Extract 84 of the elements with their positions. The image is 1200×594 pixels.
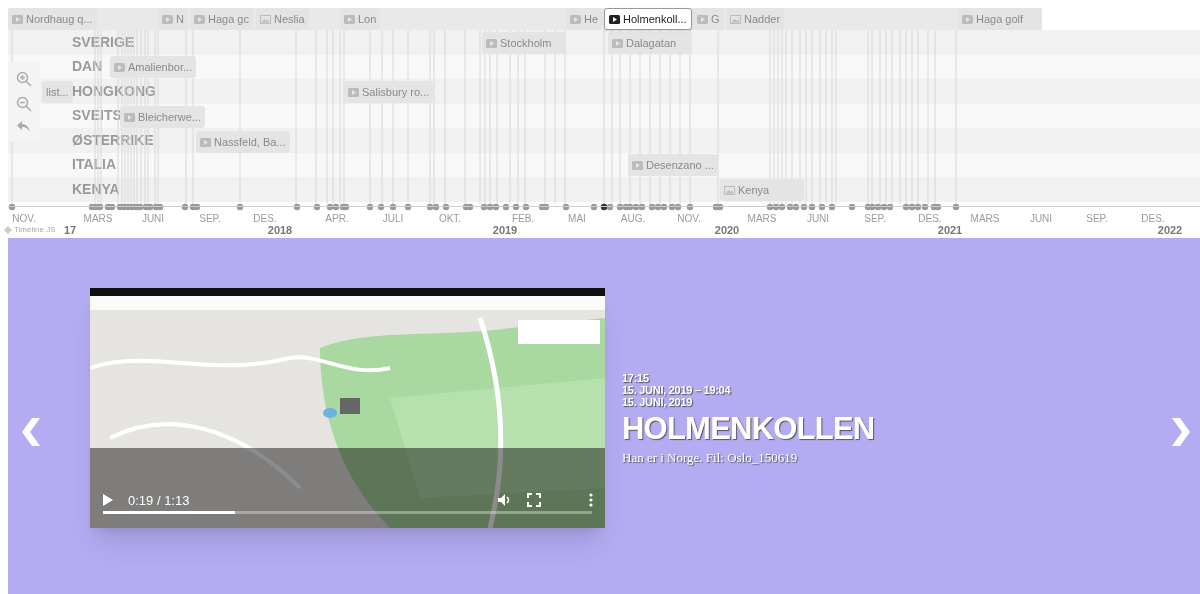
video-icon bbox=[697, 14, 708, 24]
timeline-marker[interactable]: N bbox=[158, 8, 188, 30]
slide-date: 15. JUNI, 2019 – 19:04 bbox=[622, 384, 732, 397]
axis-month-label: JULI bbox=[382, 212, 404, 226]
video-icon bbox=[194, 14, 205, 24]
video-icon bbox=[570, 14, 581, 24]
video-icon bbox=[348, 87, 359, 97]
video-icon bbox=[114, 62, 125, 72]
axis-year-label: 2019 bbox=[492, 223, 518, 238]
image-icon bbox=[260, 14, 271, 24]
axis-month-label: DES. bbox=[253, 212, 277, 226]
slide-text: Han er i Norge. Fil: Oslo_150619 bbox=[622, 449, 799, 468]
timeline-marker[interactable]: Amalienbor... bbox=[110, 56, 197, 78]
axis-month-label: SEP. bbox=[199, 212, 221, 226]
timeline-marker[interactable]: Dalagatan bbox=[608, 32, 692, 54]
video-icon bbox=[124, 112, 135, 122]
video-icon bbox=[632, 160, 643, 170]
axis-month-label: SEP. bbox=[1086, 212, 1108, 226]
axis-month-label: AUG. bbox=[620, 212, 646, 226]
axis-month-label: APR. bbox=[325, 212, 349, 226]
axis-month-label: DES. bbox=[918, 212, 942, 226]
image-icon bbox=[730, 14, 741, 24]
fullscreen-icon[interactable] bbox=[527, 493, 541, 508]
video-icon bbox=[962, 14, 973, 24]
axis-year-label: 2022 bbox=[1157, 223, 1183, 238]
axis-month-label: DES. bbox=[1141, 212, 1165, 226]
zoom-out-icon[interactable] bbox=[16, 96, 32, 112]
axis-month-label: MARS bbox=[747, 212, 777, 226]
axis-month-label: JUNI bbox=[806, 212, 830, 226]
timeline-marker[interactable]: list... bbox=[42, 81, 73, 103]
timeline-marker[interactable]: Nordhaug q... bbox=[8, 8, 97, 30]
timeline-marker[interactable]: Desenzano ... bbox=[628, 154, 718, 176]
axis-year-label: 2020 bbox=[714, 223, 740, 238]
group-label: DAN bbox=[72, 57, 103, 77]
video-icon bbox=[12, 14, 23, 24]
axis-month-label: OKT. bbox=[438, 212, 462, 226]
group-label: KENYA bbox=[72, 179, 120, 199]
image-icon bbox=[724, 185, 735, 195]
axis-month-label: JUNI bbox=[1029, 212, 1053, 226]
video-icon bbox=[486, 38, 497, 48]
axis-year-label: 2021 bbox=[937, 223, 963, 238]
timeline-marker[interactable]: Nassfeld, Ba... bbox=[196, 131, 290, 153]
timeline-marker[interactable]: Stockholm bbox=[482, 32, 566, 54]
axis-year-label: 2018 bbox=[267, 223, 293, 238]
more-icon[interactable] bbox=[589, 493, 593, 508]
timeline-marker[interactable]: Nadder bbox=[726, 8, 785, 30]
timeline-marker[interactable]: Kenya bbox=[720, 179, 804, 201]
slide-date: 17:15 bbox=[622, 372, 650, 385]
group-label: SVEITS bbox=[72, 106, 122, 126]
video-time: 0:19 / 1:13 bbox=[128, 491, 190, 510]
timeline-marker[interactable]: Haga gc bbox=[190, 8, 253, 30]
play-icon[interactable] bbox=[102, 493, 114, 508]
logo-icon bbox=[4, 226, 12, 234]
axis-month-label: JUNI bbox=[141, 212, 165, 226]
axis-month-label: NOV. bbox=[677, 212, 701, 226]
zoom-in-icon[interactable] bbox=[16, 70, 32, 87]
axis-month-label: FEB. bbox=[511, 212, 535, 226]
attribution-link[interactable]: Timeline JS bbox=[14, 224, 56, 236]
axis-month-label: NOV. bbox=[12, 212, 36, 226]
group-label: SVERIGE bbox=[72, 32, 135, 52]
axis-month-label: MARS bbox=[83, 212, 113, 226]
timeline-marker[interactable]: Salisbury ro... bbox=[344, 81, 434, 103]
axis-month-label: MAI bbox=[568, 212, 586, 226]
timeline-marker[interactable]: Haga golf bbox=[958, 8, 1042, 30]
group-label: HONGKONG bbox=[72, 81, 156, 101]
timeline-marker[interactable]: He bbox=[566, 8, 603, 30]
axis-month-label: MARS bbox=[970, 212, 1000, 226]
video-icon bbox=[200, 137, 211, 147]
axis-month-label: SEP. bbox=[864, 212, 886, 226]
group-label: ITALIA bbox=[72, 155, 117, 175]
video-icon bbox=[162, 14, 173, 24]
timeline-marker[interactable]: Holmenkoll... bbox=[604, 8, 692, 30]
group-label: ØSTERRIKE bbox=[72, 130, 154, 150]
video-icon bbox=[612, 38, 623, 48]
video-icon bbox=[609, 14, 620, 24]
back-arrow-icon[interactable] bbox=[17, 121, 31, 134]
video-icon bbox=[344, 14, 355, 24]
slide-headline: HOLMENKOLLEN bbox=[622, 410, 875, 449]
timeline-marker[interactable]: Neslia bbox=[256, 8, 309, 30]
timeline-marker[interactable]: Bleicherwe... bbox=[120, 106, 205, 128]
timeline-marker[interactable]: Lon bbox=[340, 8, 381, 30]
slide-date: 15. JUNI, 2019 bbox=[622, 396, 694, 409]
timeline-marker[interactable]: G bbox=[693, 8, 724, 30]
axis-year-label: 17 bbox=[64, 223, 77, 238]
